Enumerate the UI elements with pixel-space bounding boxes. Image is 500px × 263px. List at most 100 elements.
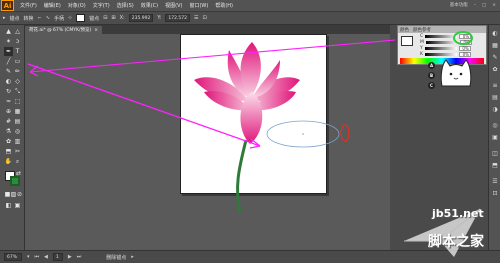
perspective-grid-tool-icon[interactable]: ▦ [13,107,22,116]
handles-show-icon[interactable]: ⊹ [68,15,72,21]
artboard-number-field[interactable]: 1 [52,253,63,261]
menu-type[interactable]: 文字(T) [93,2,110,9]
eraser-tool-icon[interactable]: ◇ [13,77,22,86]
close-icon[interactable]: × [492,3,496,8]
document-title: 荷花.ai* @ 67% (CMYK/预览) [29,28,92,33]
menu-effect[interactable]: 效果(C) [141,2,158,9]
line-tool-icon[interactable]: ╱ [4,57,13,66]
color-panel-icon[interactable]: ◐ [491,29,499,37]
swap-fill-stroke-icon[interactable]: ⇄ [14,169,23,178]
remove-anchor-icon[interactable]: ⊟ [103,15,107,21]
last-artboard-icon[interactable]: ⏭ [77,254,82,260]
menu-edit[interactable]: 编辑(E) [44,2,61,9]
none-mode-icon[interactable]: ⊘ [15,190,24,199]
x-label: X: [119,15,125,21]
menu-select[interactable]: 选择(S) [117,2,134,9]
channel-label: K [420,52,423,57]
magic-wand-tool-icon[interactable]: ✶ [4,37,13,46]
tab-color-guide[interactable]: 颜色参考 [413,27,431,33]
artboard[interactable] [180,34,327,194]
transform-icon[interactable]: ⊡ [203,15,207,21]
selection-icon[interactable]: ▸ [3,15,6,21]
menu-window[interactable]: 窗口(W) [189,2,208,9]
gradient-panel-icon[interactable]: ▤ [491,93,499,101]
window-controls: 基本功能 – □ × [450,2,496,9]
layers-panel-icon[interactable]: ◫ [491,149,499,157]
minimize-icon[interactable]: – [474,3,476,8]
convert-smooth-icon[interactable]: ∿ [46,15,50,21]
pen-tool-icon[interactable]: ✒ [4,47,13,56]
rectangle-tool-icon[interactable]: ▭ [13,57,22,66]
x-coordinate-field[interactable]: 235.992 [128,14,154,22]
stroke-swatch[interactable] [76,14,86,22]
site-watermark: jb51.net 脚本之家 [384,201,500,263]
mesh-tool-icon[interactable]: # [4,117,13,126]
badge-c: C [428,82,435,89]
maximize-icon[interactable]: □ [482,3,486,8]
hand-tool-icon[interactable]: ✋ [4,157,13,166]
y-label: Y: [157,15,162,21]
draw-mode-icon[interactable]: ◧ [4,201,13,210]
align-panel-icon[interactable]: ☰ [491,177,499,185]
next-artboard-icon[interactable]: ▶ [68,254,72,260]
first-artboard-icon[interactable]: ⏮ [35,254,40,260]
channel-slider[interactable] [424,47,457,50]
width-tool-icon[interactable]: ≈ [4,97,13,106]
column-graph-tool-icon[interactable]: ▥ [13,137,22,146]
symbols-panel-icon[interactable]: ✿ [491,65,499,73]
menu-bar: Ai 文件(F) 编辑(E) 对象(O) 文字(T) 选择(S) 效果(C) 视… [0,0,500,12]
selection-tool-icon[interactable]: ▲ [4,27,13,36]
symbol-sprayer-tool-icon[interactable]: ✿ [4,137,13,146]
gradient-tool-icon[interactable]: ▤ [13,117,22,126]
artboard-tool-icon[interactable]: ⬒ [4,147,13,156]
connect-anchor-icon[interactable]: ⊞ [111,15,115,21]
channel-slider[interactable] [425,41,458,44]
type-tool-icon[interactable]: T [13,47,22,56]
status-menu-icon[interactable]: ▸ [131,254,134,260]
illustrator-logo: Ai [1,0,14,11]
shape-builder-tool-icon[interactable]: ⊕ [4,107,13,116]
menu-help[interactable]: 帮助(H) [215,2,233,9]
convert-corner-icon[interactable]: ⌐ [38,15,42,21]
lasso-tool-icon[interactable]: ↄ [13,37,22,46]
blend-tool-icon[interactable]: ◎ [13,127,22,136]
direct-selection-tool-icon[interactable]: △ [13,27,22,36]
pencil-tool-icon[interactable]: ✏ [13,67,22,76]
menu-view[interactable]: 视图(V) [165,2,182,9]
menu-object[interactable]: 对象(O) [68,2,86,9]
control-bar: ▸ 锚点 转换 ⌐ ∿ 手柄 ⊹ 锚点 ⊟ ⊞ X: 235.992 Y: 17… [0,12,500,25]
transparency-panel-icon[interactable]: ◑ [491,105,499,113]
document-tab-bar: 荷花.ai* @ 67% (CMYK/预览) × [25,25,390,34]
zoom-dropdown-icon[interactable]: ▾ [27,254,30,260]
prev-artboard-icon[interactable]: ◀ [44,254,48,260]
tab-color[interactable]: 颜色 [400,27,409,33]
rotate-tool-icon[interactable]: ↻ [4,87,13,96]
highlight-circle [453,31,473,45]
y-coordinate-field[interactable]: 172.572 [165,14,191,22]
appearance-panel-icon[interactable]: ◎ [491,121,499,129]
swatches-panel-icon[interactable]: ▦ [491,41,499,49]
zoom-field[interactable]: 67% [4,253,22,261]
scale-tool-icon[interactable]: ⤡ [13,87,22,96]
stroke-panel-icon[interactable]: ≡ [491,81,499,89]
align-icon[interactable]: ☰ [194,15,198,21]
slice-tool-icon[interactable]: ✂ [13,147,22,156]
brushes-panel-icon[interactable]: ✎ [491,53,499,61]
screen-mode-icon[interactable]: ▣ [13,201,22,210]
fill-stroke-preview[interactable] [401,36,413,46]
graphic-styles-panel-icon[interactable]: ▣ [491,133,499,141]
workspace-switcher[interactable]: 基本功能 [450,2,468,8]
close-tab-icon[interactable]: × [94,28,98,33]
free-transform-tool-icon[interactable]: ⬚ [13,97,22,106]
document-tab[interactable]: 荷花.ai* @ 67% (CMYK/预览) × [25,26,103,34]
zoom-tool-icon[interactable]: ⌕ [13,157,22,166]
watermark-site: jb51.net [432,207,484,220]
channel-value[interactable]: 0% [458,46,471,51]
artboards-panel-icon[interactable]: ⬒ [491,161,499,169]
blob-brush-tool-icon[interactable]: ◐ [4,77,13,86]
menu-file[interactable]: 文件(F) [20,2,37,9]
watermark-name: 脚本之家 [428,234,484,250]
transform-panel-icon[interactable]: ⊡ [491,189,499,197]
paintbrush-tool-icon[interactable]: ✎ [4,67,13,76]
eyedropper-tool-icon[interactable]: ⚗ [4,127,13,136]
